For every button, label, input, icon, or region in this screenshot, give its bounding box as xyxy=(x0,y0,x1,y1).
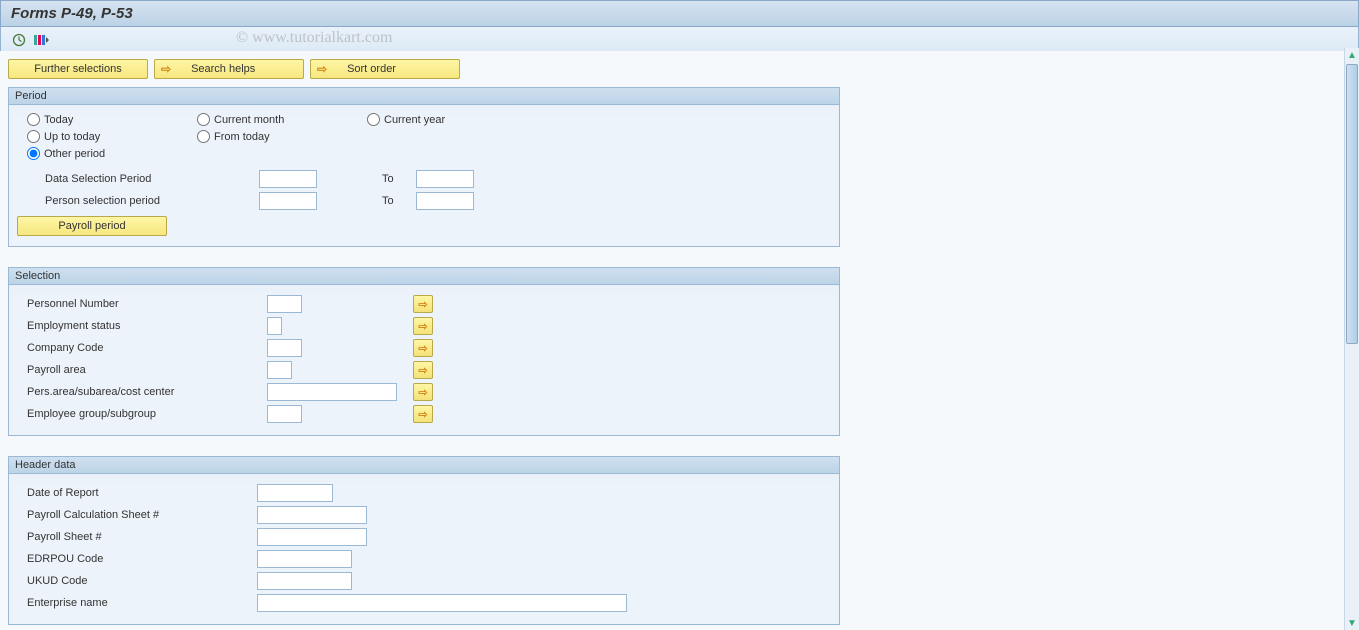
further-selections-button[interactable]: Further selections xyxy=(8,59,148,79)
multiple-selection-button[interactable] xyxy=(413,405,433,423)
search-helps-label: Search helps xyxy=(191,63,255,75)
radio-up-to-today[interactable]: Up to today xyxy=(27,130,197,143)
date-of-report-row: Date of Report xyxy=(27,482,829,504)
ukud-input[interactable] xyxy=(257,572,352,590)
content-area: Further selections ⇨ Search helps ⇨ Sort… xyxy=(0,51,1344,630)
employee-group-row: Employee group/subgroup xyxy=(27,403,829,425)
payroll-area-input[interactable] xyxy=(267,361,292,379)
pers-area-label: Pers.area/subarea/cost center xyxy=(27,386,267,398)
person-selection-period-label: Person selection period xyxy=(27,195,259,207)
personnel-number-label: Personnel Number xyxy=(27,298,267,310)
radio-other-period[interactable]: Other period xyxy=(27,147,197,160)
multiple-selection-button[interactable] xyxy=(413,295,433,313)
selection-legend: Selection xyxy=(9,268,839,285)
app-toolbar: © www.tutorialkart.com xyxy=(0,27,1359,54)
multiple-selection-button[interactable] xyxy=(413,339,433,357)
enterprise-name-label: Enterprise name xyxy=(27,597,257,609)
enterprise-name-row: Enterprise name xyxy=(27,592,829,614)
scroll-up-icon[interactable] xyxy=(1345,48,1359,62)
ukud-row: UKUD Code xyxy=(27,570,829,592)
payroll-area-label: Payroll area xyxy=(27,364,267,376)
payroll-area-row: Payroll area xyxy=(27,359,829,381)
period-group: Period Today Current month Current year … xyxy=(8,87,840,247)
person-selection-to-input[interactable] xyxy=(416,192,474,210)
employment-status-input[interactable] xyxy=(267,317,282,335)
payroll-sheet-input[interactable] xyxy=(257,528,367,546)
search-helps-button[interactable]: ⇨ Search helps xyxy=(154,59,304,79)
header-data-group: Header data Date of Report Payroll Calcu… xyxy=(8,456,840,625)
personnel-number-input[interactable] xyxy=(267,295,302,313)
header-data-legend: Header data xyxy=(9,457,839,474)
radio-today-label: Today xyxy=(44,114,73,126)
payroll-sheet-row: Payroll Sheet # xyxy=(27,526,829,548)
vertical-scrollbar[interactable] xyxy=(1344,48,1359,630)
arrow-right-icon: ⇨ xyxy=(161,62,171,76)
selection-buttons-row: Further selections ⇨ Search helps ⇨ Sort… xyxy=(8,59,1336,79)
person-selection-period-row: Person selection period To xyxy=(27,190,829,212)
data-selection-to-input[interactable] xyxy=(416,170,474,188)
radio-up-to-today-label: Up to today xyxy=(44,131,100,143)
arrow-right-icon: ⇨ xyxy=(317,62,327,76)
payroll-period-button[interactable]: Payroll period xyxy=(17,216,167,236)
edrpou-input[interactable] xyxy=(257,550,352,568)
radio-other-period-label: Other period xyxy=(44,148,105,160)
employment-status-label: Employment status xyxy=(27,320,267,332)
date-of-report-input[interactable] xyxy=(257,484,333,502)
radio-from-today[interactable]: From today xyxy=(197,130,367,143)
radio-current-month[interactable]: Current month xyxy=(197,113,367,126)
payroll-calc-sheet-label: Payroll Calculation Sheet # xyxy=(27,509,257,521)
ukud-label: UKUD Code xyxy=(27,575,257,587)
employment-status-row: Employment status xyxy=(27,315,829,337)
sort-order-label: Sort order xyxy=(347,63,396,75)
radio-today[interactable]: Today xyxy=(27,113,197,126)
edrpou-row: EDRPOU Code xyxy=(27,548,829,570)
sort-order-button[interactable]: ⇨ Sort order xyxy=(310,59,460,79)
person-selection-from-input[interactable] xyxy=(259,192,317,210)
payroll-sheet-label: Payroll Sheet # xyxy=(27,531,257,543)
company-code-row: Company Code xyxy=(27,337,829,359)
radio-from-today-label: From today xyxy=(214,131,270,143)
period-radio-grid: Today Current month Current year Up to t… xyxy=(27,113,829,160)
multiple-selection-button[interactable] xyxy=(413,383,433,401)
radio-current-month-label: Current month xyxy=(214,114,284,126)
data-selection-from-input[interactable] xyxy=(259,170,317,188)
data-selection-period-label: Data Selection Period xyxy=(27,173,259,185)
pers-area-input[interactable] xyxy=(267,383,397,401)
edrpou-label: EDRPOU Code xyxy=(27,553,257,565)
selection-group: Selection Personnel Number Employment st… xyxy=(8,267,840,436)
multiple-selection-button[interactable] xyxy=(413,317,433,335)
company-code-input[interactable] xyxy=(267,339,302,357)
employee-group-input[interactable] xyxy=(267,405,302,423)
payroll-calc-sheet-row: Payroll Calculation Sheet # xyxy=(27,504,829,526)
to-label: To xyxy=(382,195,416,207)
multiple-selection-button[interactable] xyxy=(413,361,433,379)
scroll-down-icon[interactable] xyxy=(1345,616,1359,630)
variant-icon[interactable] xyxy=(33,32,49,48)
data-selection-period-row: Data Selection Period To xyxy=(27,168,829,190)
to-label: To xyxy=(382,173,416,185)
enterprise-name-input[interactable] xyxy=(257,594,627,612)
personnel-number-row: Personnel Number xyxy=(27,293,829,315)
title-text: Forms P-49, P-53 xyxy=(11,5,133,22)
company-code-label: Company Code xyxy=(27,342,267,354)
period-legend: Period xyxy=(9,88,839,105)
watermark: © www.tutorialkart.com xyxy=(236,29,392,47)
radio-current-year[interactable]: Current year xyxy=(367,113,537,126)
scroll-thumb[interactable] xyxy=(1346,64,1358,344)
pers-area-row: Pers.area/subarea/cost center xyxy=(27,381,829,403)
payroll-calc-sheet-input[interactable] xyxy=(257,506,367,524)
window-title: Forms P-49, P-53 xyxy=(0,0,1359,27)
radio-current-year-label: Current year xyxy=(384,114,445,126)
execute-icon[interactable] xyxy=(11,32,27,48)
employee-group-label: Employee group/subgroup xyxy=(27,408,267,420)
date-of-report-label: Date of Report xyxy=(27,487,257,499)
